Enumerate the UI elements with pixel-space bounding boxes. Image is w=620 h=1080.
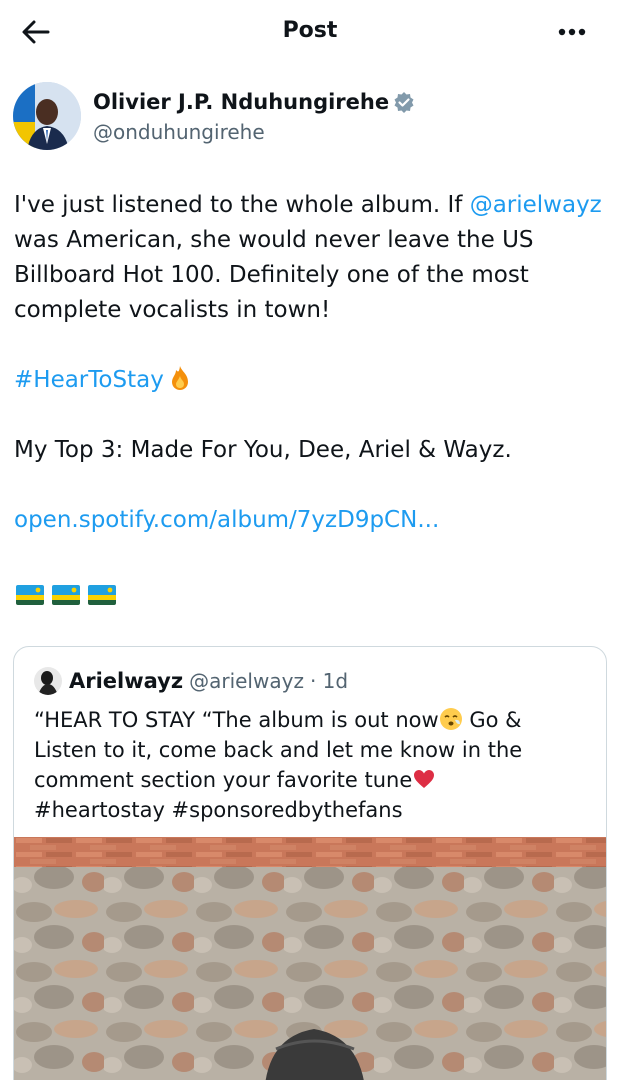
post-line: I've just listened to the whole album. I… xyxy=(14,192,602,218)
post-line: complete vocalists in town! xyxy=(14,297,331,323)
top-bar: Post xyxy=(0,0,620,64)
post-text: I've just listened to the whole album. I… xyxy=(14,188,609,538)
more-horizontal-icon xyxy=(558,28,586,36)
quoted-line: Listen to it, come back and let me know … xyxy=(34,738,523,762)
post-line: #HearToStay xyxy=(14,363,609,398)
quoted-author-name[interactable]: Arielwayz xyxy=(69,669,183,693)
hashtag-link[interactable]: #HearToStay xyxy=(14,367,164,393)
quoted-text: “HEAR TO STAY “The album is out now Go &… xyxy=(34,705,594,825)
quoted-timestamp: · 1d xyxy=(309,669,349,693)
post-line: open.spotify.com/album/7yzD9pCN... xyxy=(14,503,609,538)
quoted-media-image[interactable] xyxy=(14,837,606,1080)
page-title: Post xyxy=(282,18,338,43)
quoted-line: “HEAR TO STAY “The album is out now Go & xyxy=(34,707,522,732)
flag-emojis xyxy=(16,585,124,607)
quoted-author: Arielwayz @arielwayz · 1d xyxy=(69,669,348,693)
post-line: Billboard Hot 100. Definitely one of the… xyxy=(14,262,529,288)
post-author: Olivier J.P. Nduhungirehe @onduhungirehe xyxy=(13,82,607,154)
quoted-post[interactable]: Arielwayz @arielwayz · 1d “HEAR TO STAY “T… xyxy=(13,646,607,1080)
author-avatar[interactable] xyxy=(13,82,81,150)
quoted-author-handle[interactable]: @arielwayz xyxy=(189,669,304,693)
post-line: was American, she would never leave the … xyxy=(14,227,534,253)
rwanda-flag-icon xyxy=(52,585,80,605)
fire-emoji-icon xyxy=(166,364,194,392)
quoted-line: comment section your favorite tune xyxy=(34,765,594,795)
quoted-line: #heartostay #sponsoredbythefans xyxy=(34,798,403,822)
spotify-link[interactable]: open.spotify.com/album/7yzD9pCN... xyxy=(14,507,439,533)
quoted-author-avatar[interactable] xyxy=(34,667,62,695)
post-line: My Top 3: Made For You, Dee, Ariel & Way… xyxy=(14,437,512,463)
relieved-face-emoji-icon xyxy=(439,707,463,731)
more-options-button[interactable] xyxy=(556,20,592,44)
rwanda-flag-icon xyxy=(88,585,116,605)
mention-link[interactable]: @arielwayz xyxy=(470,192,602,218)
rwanda-flag-icon xyxy=(16,585,44,605)
red-heart-emoji-icon xyxy=(412,767,436,791)
author-handle[interactable]: @onduhungirehe xyxy=(93,120,265,144)
verified-badge-icon xyxy=(393,91,415,113)
author-name[interactable]: Olivier J.P. Nduhungirehe xyxy=(93,90,415,114)
